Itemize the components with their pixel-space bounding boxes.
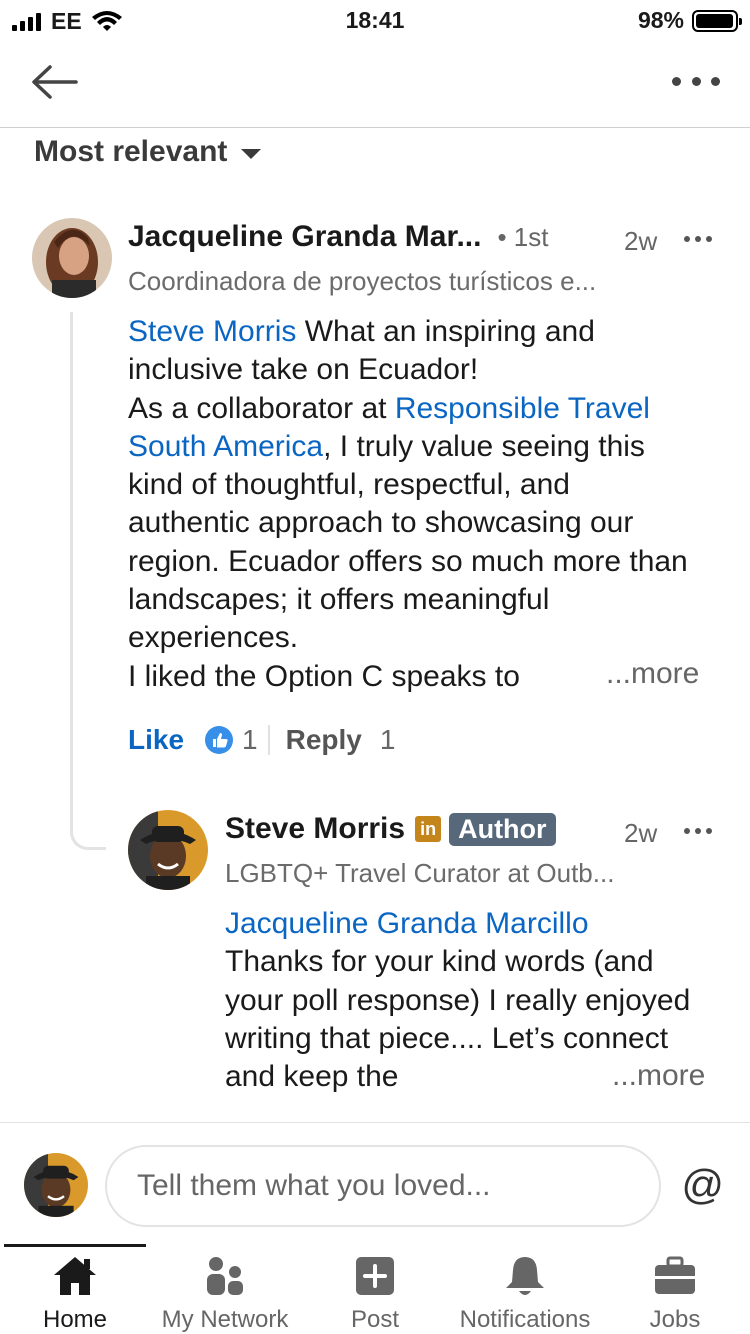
comment-author-headline: Coordinadora de proyectos turísticos e..… xyxy=(128,266,597,296)
home-icon xyxy=(51,1252,99,1300)
status-bar: EE 18:41 98% xyxy=(0,0,750,40)
nav-bar xyxy=(0,40,750,128)
tab-my-network[interactable]: My Network xyxy=(150,1252,300,1334)
mention-link[interactable]: Jacqueline Granda Marcillo xyxy=(225,907,589,940)
sort-label: Most relevant xyxy=(34,135,228,168)
post-icon xyxy=(351,1252,399,1300)
linkedin-badge-icon: in xyxy=(415,816,442,842)
tab-label: Post xyxy=(350,1306,400,1333)
mention-icon[interactable]: @ xyxy=(681,1161,724,1209)
thread-line xyxy=(70,312,106,850)
tab-home[interactable]: Home xyxy=(0,1252,150,1334)
tab-notifications[interactable]: Notifications xyxy=(450,1252,600,1334)
reaction-count: 1 xyxy=(242,724,258,755)
comment-time: 2w xyxy=(624,226,658,256)
comment-more-icon[interactable] xyxy=(684,234,712,244)
reaction-summary[interactable]: 1 xyxy=(204,724,258,756)
battery-fill xyxy=(696,13,734,28)
see-more-link[interactable]: ...more xyxy=(606,1059,706,1093)
mention-link[interactable]: Steve Morris xyxy=(128,315,296,348)
avatar[interactable] xyxy=(32,218,112,298)
avatar-steve xyxy=(128,810,208,890)
tab-bar: Home My Network Post Notifications Jobs xyxy=(0,1244,750,1334)
tab-label: Jobs xyxy=(649,1306,701,1333)
reply-author-name[interactable]: Steve Morris xyxy=(225,812,405,846)
like-button[interactable]: Like xyxy=(128,724,184,756)
divider xyxy=(267,725,270,755)
reply-more-icon[interactable] xyxy=(684,826,712,836)
more-options-icon[interactable] xyxy=(672,66,720,96)
active-tab-indicator xyxy=(4,1244,146,1247)
tab-label: Home xyxy=(42,1306,108,1333)
avatar-jacqueline xyxy=(32,218,112,298)
network-icon xyxy=(201,1252,249,1300)
back-arrow-icon xyxy=(32,65,78,99)
my-avatar xyxy=(24,1153,88,1217)
avatar xyxy=(24,1153,88,1217)
connection-degree: • 1st xyxy=(497,221,549,252)
reply-count: 1 xyxy=(379,724,396,755)
avatar[interactable] xyxy=(128,810,208,890)
comment-text-4: I liked the Option C speaks to xyxy=(128,659,520,693)
comment-composer: Tell them what you loved... @ xyxy=(0,1122,750,1246)
comment-text-3: , I truly value seeing this kind of thou… xyxy=(128,429,688,655)
reply-author-row: Steve Morris in Author xyxy=(225,812,556,846)
sort-dropdown[interactable]: Most relevant xyxy=(34,132,262,172)
comment-author-row: Jacqueline Granda Mar... • 1st xyxy=(128,220,548,254)
comment-input[interactable]: Tell them what you loved... xyxy=(105,1145,661,1227)
see-more-link[interactable]: ...more xyxy=(606,657,699,691)
status-right: 98% xyxy=(637,7,742,34)
tab-label: Notifications xyxy=(459,1306,591,1333)
comment-actions: Like 1 Reply 1 xyxy=(128,720,395,760)
like-reaction-icon xyxy=(205,726,234,754)
comment-author-name[interactable]: Jacqueline Granda Mar... xyxy=(128,220,481,254)
battery-icon xyxy=(692,9,742,32)
tab-jobs[interactable]: Jobs xyxy=(600,1252,750,1334)
tab-label: My Network xyxy=(161,1306,289,1333)
author-badge: Author xyxy=(449,812,556,846)
reply-author-headline: LGBTQ+ Travel Curator at Outb... xyxy=(225,858,615,888)
briefcase-icon xyxy=(651,1252,699,1300)
tab-post[interactable]: Post xyxy=(300,1252,450,1334)
chevron-down-icon xyxy=(241,148,262,159)
reply-time: 2w xyxy=(624,818,658,848)
reply-button[interactable]: Reply xyxy=(286,724,362,756)
bell-icon xyxy=(501,1252,549,1300)
comment-text-2: As a collaborator at xyxy=(128,391,395,425)
comment-input-placeholder: Tell them what you loved... xyxy=(137,1169,491,1202)
back-button[interactable] xyxy=(28,60,80,104)
comment-body: Steve Morris What an inspiring and inclu… xyxy=(128,313,698,696)
battery-percent: 98% xyxy=(637,7,684,33)
